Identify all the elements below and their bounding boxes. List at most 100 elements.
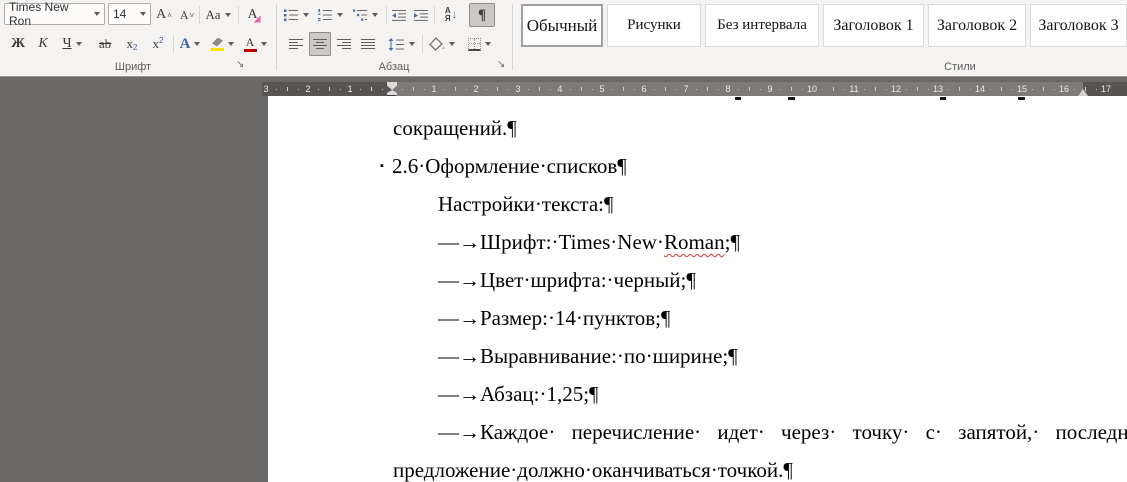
ruler-tick bbox=[749, 87, 750, 91]
underline-button[interactable]: Ч bbox=[56, 32, 88, 56]
document-line[interactable]: Настройки·текста:¶ bbox=[268, 185, 1127, 223]
ruler-tick bbox=[707, 87, 708, 91]
justify-button[interactable] bbox=[357, 32, 379, 56]
show-formatting-marks-toggle[interactable]: ¶ bbox=[469, 3, 495, 27]
strikethrough-button[interactable]: ab bbox=[92, 32, 118, 56]
align-right-icon bbox=[337, 38, 352, 50]
numbering-button[interactable] bbox=[315, 3, 345, 27]
chevron-down-icon bbox=[372, 13, 378, 17]
heading-bullet-mark: ▪ bbox=[380, 147, 384, 185]
multilevel-list-icon bbox=[352, 8, 368, 22]
superscript-button[interactable]: x2 bbox=[146, 32, 170, 56]
shading-button[interactable] bbox=[426, 32, 458, 56]
document-line[interactable]: —→Абзац:·1,25;¶ bbox=[268, 375, 1127, 413]
group-separator bbox=[512, 4, 513, 70]
ruler-tick bbox=[570, 89, 571, 90]
pilcrow-icon: ¶ bbox=[478, 7, 486, 24]
document-page[interactable]: сокращений.¶▪2.6·Оформление·списков¶Наст… bbox=[268, 96, 1127, 482]
ruler-number: 4 bbox=[557, 84, 562, 94]
ruler-tick bbox=[612, 89, 613, 90]
shrink-font-button[interactable]: А˅ bbox=[177, 3, 197, 27]
ruler-number: 7 bbox=[683, 84, 688, 94]
borders-button[interactable] bbox=[462, 32, 496, 56]
chevron-down-icon bbox=[409, 42, 415, 46]
document-line[interactable]: —→Цвет·шрифта:·черный;¶ bbox=[268, 261, 1127, 299]
change-case-button[interactable]: Аа bbox=[202, 3, 234, 27]
ruler[interactable]: 1231234567891011121314151617 bbox=[262, 82, 1127, 96]
underline-letter: Ч bbox=[62, 36, 71, 52]
multilevel-list-button[interactable] bbox=[349, 3, 381, 27]
document-line[interactable]: ▪2.6·Оформление·списков¶ bbox=[268, 147, 1127, 185]
ruler-tick bbox=[780, 89, 781, 90]
separator bbox=[386, 6, 387, 24]
ruler-number: 9 bbox=[767, 84, 772, 94]
styles-group-label: Стили bbox=[514, 61, 1127, 73]
clipped-text-fragment bbox=[735, 97, 741, 100]
align-left-button[interactable] bbox=[285, 32, 307, 56]
style-no-spacing[interactable]: Без интервала bbox=[705, 4, 819, 47]
ruler-tick bbox=[539, 87, 540, 91]
ruler-number: 8 bbox=[725, 84, 730, 94]
caret-up-icon: ˄ bbox=[167, 11, 172, 20]
style-heading-2[interactable]: Заголовок 2 bbox=[928, 4, 1026, 47]
justify-icon bbox=[361, 38, 376, 50]
text-effects-button[interactable]: А bbox=[176, 32, 204, 56]
style-pictures[interactable]: Рисунки bbox=[607, 4, 701, 47]
ruler-tick bbox=[990, 89, 991, 90]
ruler-number: 17 bbox=[1101, 84, 1111, 94]
document-line[interactable]: сокращений.¶ bbox=[268, 109, 1127, 147]
ruler-tick bbox=[360, 89, 361, 90]
text-highlight-color-button[interactable] bbox=[207, 32, 238, 56]
ruler-tick bbox=[676, 89, 677, 90]
ruler-number: 12 bbox=[891, 84, 901, 94]
font-name-combobox[interactable]: Times New Ron bbox=[4, 3, 105, 25]
ruler-tick bbox=[738, 89, 739, 90]
document-text: сокращений.¶▪2.6·Оформление·списков¶Наст… bbox=[268, 96, 1127, 482]
ruler-tick bbox=[634, 89, 635, 90]
document-line[interactable]: —→Каждое· перечисление· идет· через· точ… bbox=[268, 413, 1127, 451]
chevron-down-icon bbox=[140, 12, 146, 16]
font-color-button[interactable]: А bbox=[240, 32, 270, 56]
sort-button[interactable]: АЯ ↓ bbox=[437, 3, 465, 27]
ruler-tick bbox=[528, 89, 529, 90]
ruler-tick bbox=[906, 89, 907, 90]
style-normal[interactable]: Обычный bbox=[521, 4, 603, 47]
font-size-combobox[interactable]: 14 bbox=[108, 3, 151, 25]
ruler-number: 1 bbox=[347, 84, 352, 94]
clipped-text-fragment bbox=[788, 97, 795, 100]
ruler-tick bbox=[444, 89, 445, 90]
borders-icon bbox=[468, 38, 481, 51]
highlighter-icon bbox=[211, 38, 224, 51]
line-spacing-button[interactable] bbox=[384, 32, 418, 56]
misspelled-word[interactable]: Roman bbox=[664, 230, 725, 254]
document-line[interactable]: —→Выравнивание:·по·ширине;¶ bbox=[268, 337, 1127, 375]
font-dialog-launcher[interactable]: ↘ bbox=[236, 59, 244, 71]
ruler-tick bbox=[948, 89, 949, 90]
bold-button[interactable]: Ж bbox=[6, 32, 30, 56]
style-heading-1[interactable]: Заголовок 1 bbox=[823, 4, 924, 47]
clipped-text-fragment bbox=[940, 97, 946, 100]
bullets-button[interactable] bbox=[281, 3, 311, 27]
clear-formatting-button[interactable]: А bbox=[241, 3, 267, 27]
font-size-value: 14 bbox=[113, 7, 126, 21]
document-line[interactable]: предложение·должно·оканчиваться·точкой.¶ bbox=[268, 451, 1127, 482]
ruler-tick bbox=[1054, 89, 1055, 90]
decrease-indent-button[interactable] bbox=[389, 3, 409, 27]
grow-font-button[interactable]: А˄ bbox=[153, 3, 175, 27]
style-heading-3[interactable]: Заголовок 3 bbox=[1030, 4, 1127, 47]
italic-button[interactable]: К bbox=[32, 32, 54, 56]
change-case-letters: Аа bbox=[206, 7, 221, 23]
ruler-tick bbox=[802, 89, 803, 90]
separator bbox=[434, 6, 435, 24]
align-center-button[interactable] bbox=[309, 32, 331, 56]
document-line[interactable]: —→Размер:·14·пунктов;¶ bbox=[268, 299, 1127, 337]
align-right-button[interactable] bbox=[333, 32, 355, 56]
paragraph-dialog-launcher[interactable]: ↘ bbox=[497, 59, 505, 71]
ruler-number: 16 bbox=[1059, 84, 1069, 94]
separator bbox=[173, 35, 174, 53]
subscript-button[interactable]: x2 bbox=[120, 32, 144, 56]
increase-indent-button[interactable] bbox=[411, 3, 431, 27]
superscript-mark: 2 bbox=[159, 36, 163, 45]
document-line[interactable]: —→Шрифт:·Times·New·Roman;¶ bbox=[268, 223, 1127, 261]
chevron-down-icon bbox=[228, 42, 234, 46]
